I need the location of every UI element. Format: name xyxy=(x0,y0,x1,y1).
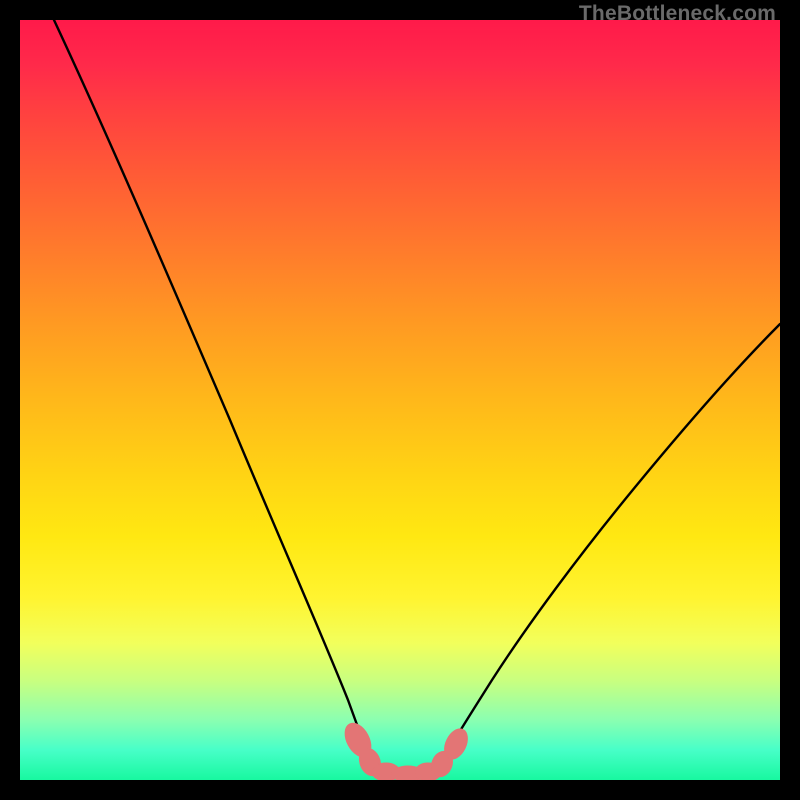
right-curve xyxy=(438,324,780,768)
optimal-band-markers xyxy=(340,719,472,780)
left-curve xyxy=(54,20,372,766)
watermark-text: TheBottleneck.com xyxy=(579,2,776,26)
plot-area xyxy=(20,20,780,780)
chart-frame: TheBottleneck.com xyxy=(0,0,800,800)
chart-svg xyxy=(20,20,780,780)
